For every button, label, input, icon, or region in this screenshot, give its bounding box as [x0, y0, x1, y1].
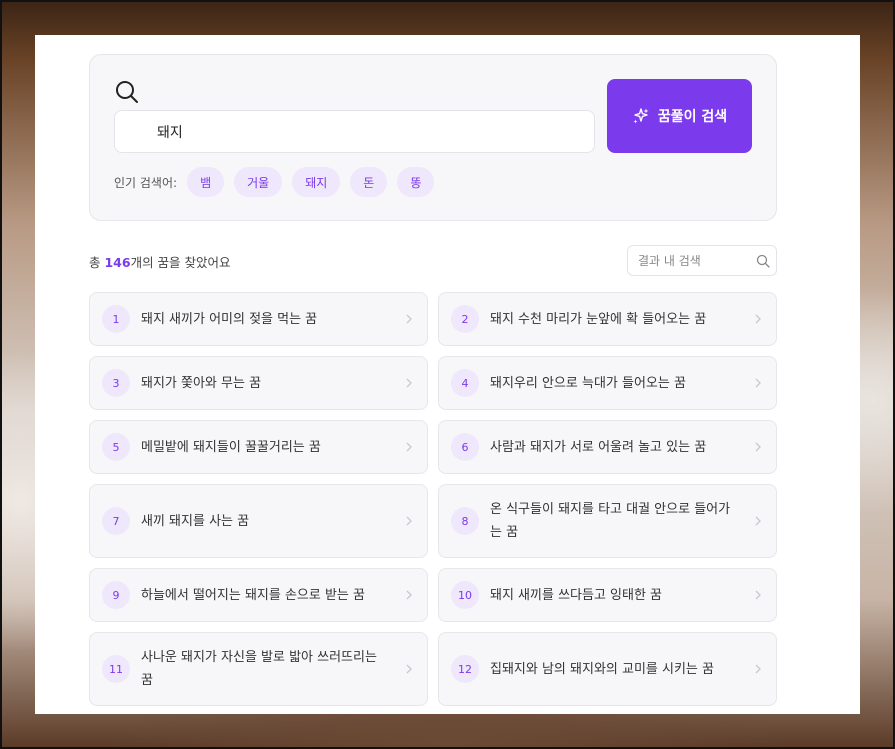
popular-searches: 인기 검색어: 뱀 거울 돼지 돈 똥 — [114, 166, 435, 198]
result-title: 집돼지와 남의 돼지와의 교미를 시키는 꿈 — [490, 661, 714, 677]
chevron-right-icon — [406, 516, 412, 526]
result-title: 돼지 새끼를 쓰다듬고 잉태한 꿈 — [490, 587, 663, 603]
results-grid: 1 돼지 새끼가 어미의 젖을 먹는 꿈 2 돼지 수천 마리가 눈앞에 확 들… — [89, 292, 777, 706]
result-number: 10 — [451, 581, 479, 609]
result-title: 돼지가 쫓아와 무는 꿈 — [141, 375, 262, 391]
search-input[interactable] — [114, 110, 595, 153]
chevron-right-icon — [406, 442, 412, 452]
result-title: 돼지우리 안으로 늑대가 들어오는 꿈 — [490, 375, 686, 391]
dream-search-button[interactable]: 꿈풀이 검색 — [607, 79, 752, 153]
result-count: 총 146개의 꿈을 찾았어요 — [89, 252, 231, 271]
popular-tag[interactable]: 돈 — [350, 167, 388, 197]
result-item[interactable]: 8 온 식구들이 돼지를 타고 대궐 안으로 들어가는 꿈 — [438, 484, 777, 558]
chevron-right-icon — [755, 516, 761, 526]
popular-tag[interactable]: 거울 — [234, 167, 283, 197]
result-number: 1 — [102, 305, 130, 333]
popular-tag[interactable]: 뱀 — [187, 167, 225, 197]
result-title: 새끼 돼지를 사는 꿈 — [141, 513, 250, 529]
chevron-right-icon — [755, 314, 761, 324]
chevron-right-icon — [406, 378, 412, 388]
result-number: 3 — [102, 369, 130, 397]
result-number: 2 — [451, 305, 479, 333]
search-card: 꿈풀이 검색 인기 검색어: 뱀 거울 돼지 돈 똥 — [89, 54, 777, 221]
result-title: 메밀밭에 돼지들이 꿀꿀거리는 꿈 — [141, 439, 321, 455]
result-item[interactable]: 9 하늘에서 떨어지는 돼지를 손으로 받는 꿈 — [89, 568, 428, 622]
result-title: 돼지 새끼가 어미의 젖을 먹는 꿈 — [141, 311, 318, 327]
result-count-prefix: 총 — [89, 255, 105, 270]
result-number: 4 — [451, 369, 479, 397]
result-title: 하늘에서 떨어지는 돼지를 손으로 받는 꿈 — [141, 587, 365, 603]
sparkles-icon — [633, 108, 649, 124]
result-title: 돼지 수천 마리가 눈앞에 확 들어오는 꿈 — [490, 311, 707, 327]
result-item[interactable]: 7 새끼 돼지를 사는 꿈 — [89, 484, 428, 558]
chevron-right-icon — [755, 442, 761, 452]
popular-tag[interactable]: 똥 — [397, 167, 435, 197]
chevron-right-icon — [755, 664, 761, 674]
result-title: 사람과 돼지가 서로 어울려 놀고 있는 꿈 — [490, 439, 707, 455]
chevron-right-icon — [755, 378, 761, 388]
result-number: 5 — [102, 433, 130, 461]
result-item[interactable]: 10 돼지 새끼를 쓰다듬고 잉태한 꿈 — [438, 568, 777, 622]
result-item[interactable]: 3 돼지가 쫓아와 무는 꿈 — [89, 356, 428, 410]
result-item[interactable]: 4 돼지우리 안으로 늑대가 들어오는 꿈 — [438, 356, 777, 410]
result-item[interactable]: 2 돼지 수천 마리가 눈앞에 확 들어오는 꿈 — [438, 292, 777, 346]
popular-searches-label: 인기 검색어: — [114, 175, 178, 190]
chevron-right-icon — [406, 664, 412, 674]
chevron-right-icon — [406, 590, 412, 600]
result-number: 11 — [102, 655, 130, 683]
result-number: 9 — [102, 581, 130, 609]
result-item[interactable]: 6 사람과 돼지가 서로 어울려 놀고 있는 꿈 — [438, 420, 777, 474]
search-icon[interactable] — [756, 254, 770, 268]
search-icon — [116, 81, 138, 103]
result-number: 6 — [451, 433, 479, 461]
dream-search-panel: 꿈풀이 검색 인기 검색어: 뱀 거울 돼지 돈 똥 총 146개의 꿈을 찾았… — [35, 35, 860, 714]
result-count-number: 146 — [104, 255, 131, 270]
result-count-suffix: 개의 꿈을 찾았어요 — [130, 255, 231, 270]
result-item[interactable]: 11 사나운 돼지가 자신을 발로 밟아 쓰러뜨리는 꿈 — [89, 632, 428, 706]
result-item[interactable]: 1 돼지 새끼가 어미의 젖을 먹는 꿈 — [89, 292, 428, 346]
result-title: 사나운 돼지가 자신을 발로 밟아 쓰러뜨리는 꿈 — [141, 650, 377, 688]
filter-box — [627, 245, 777, 276]
result-number: 8 — [451, 507, 479, 535]
dream-search-button-label: 꿈풀이 검색 — [657, 109, 728, 125]
chevron-right-icon — [755, 590, 761, 600]
filter-input[interactable] — [628, 246, 776, 275]
result-number: 7 — [102, 507, 130, 535]
result-title: 온 식구들이 돼지를 타고 대궐 안으로 들어가는 꿈 — [490, 502, 731, 540]
popular-tag[interactable]: 돼지 — [292, 167, 341, 197]
chevron-right-icon — [406, 314, 412, 324]
result-item[interactable]: 5 메밀밭에 돼지들이 꿀꿀거리는 꿈 — [89, 420, 428, 474]
result-item[interactable]: 12 집돼지와 남의 돼지와의 교미를 시키는 꿈 — [438, 632, 777, 706]
result-number: 12 — [451, 655, 479, 683]
